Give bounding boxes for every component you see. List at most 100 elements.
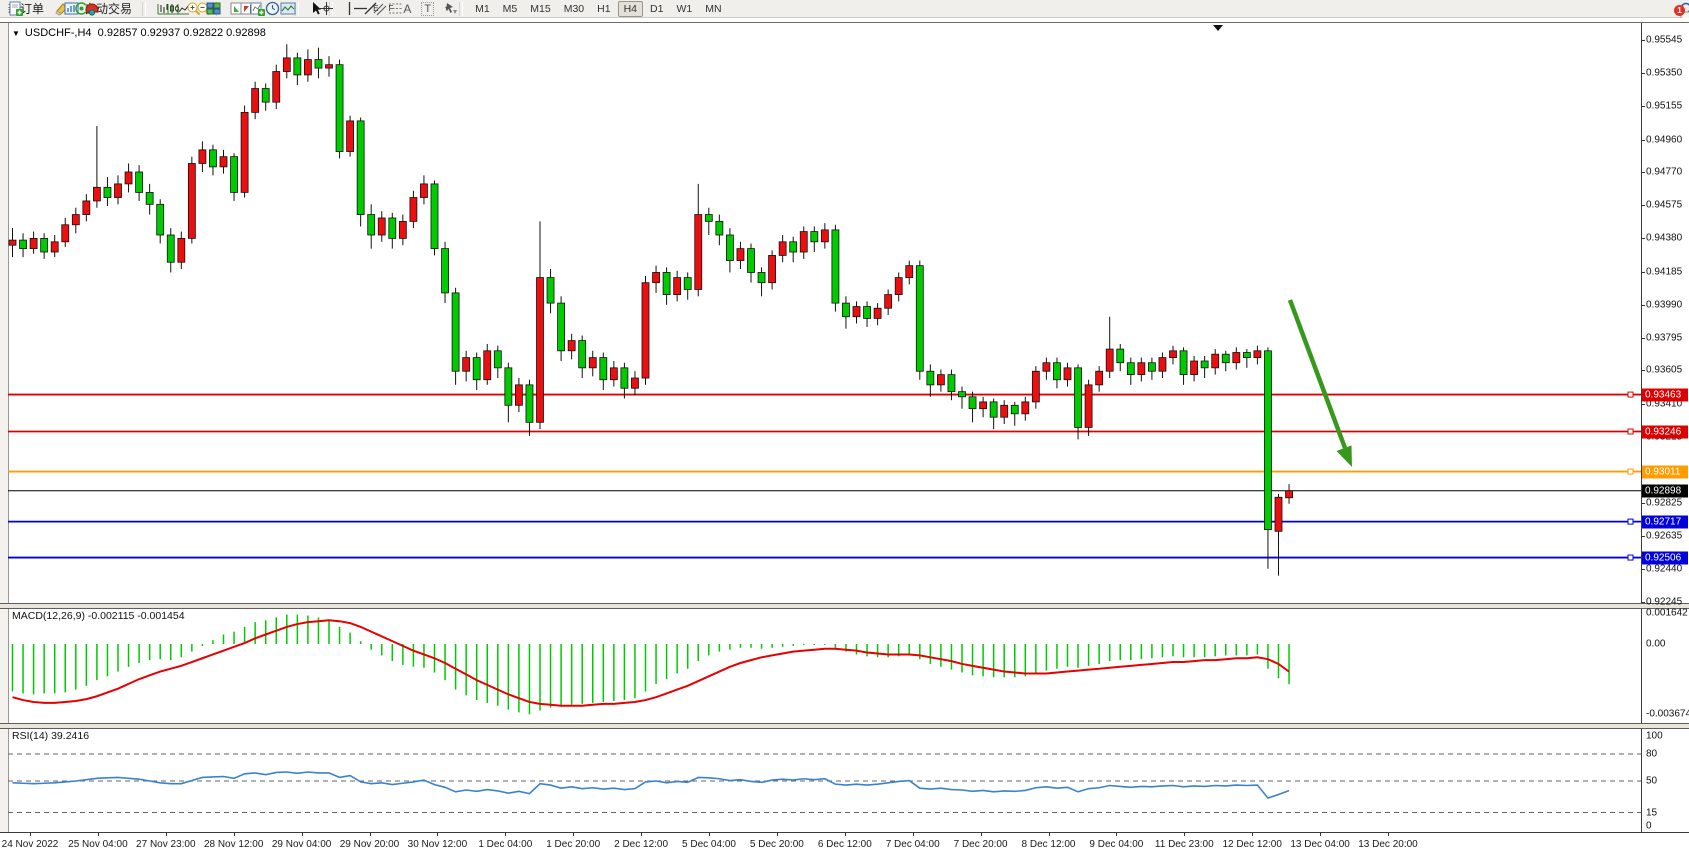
candle (93, 126, 100, 208)
chart-shift-marker[interactable] (1213, 25, 1223, 31)
candle-body-bull (1212, 354, 1219, 368)
trend-arrow[interactable] (1290, 300, 1345, 448)
vline-tool-button[interactable] (339, 0, 347, 18)
timeframe-button-M5[interactable]: M5 (497, 1, 524, 17)
time-tick (1388, 833, 1389, 836)
time-tick (1252, 833, 1253, 836)
candle-body-bear (948, 375, 955, 392)
candle (769, 250, 776, 289)
candle (515, 378, 522, 412)
candle-body-bear (262, 89, 269, 103)
candle-body-bear (505, 368, 512, 405)
candle (20, 233, 27, 257)
candle-body-bull (874, 308, 881, 318)
axis-tick-0.94770: 0.94770 (1646, 166, 1682, 177)
timeframe-button-H1[interactable]: H1 (591, 1, 616, 17)
timeframe-button-W1[interactable]: W1 (670, 1, 698, 17)
hline-handle[interactable] (1628, 469, 1633, 474)
candle (304, 49, 311, 81)
candle-body-bull (1170, 351, 1177, 358)
text-label-tool-button[interactable]: T (417, 0, 438, 18)
candle (726, 228, 733, 272)
new-order-button[interactable]: 新订单 (4, 0, 48, 18)
candle (452, 288, 459, 385)
time-tick (234, 833, 235, 836)
candle (853, 301, 860, 323)
candle (1064, 363, 1071, 387)
candle (558, 296, 565, 361)
candle-body-bull (378, 218, 385, 235)
auto-trading-button[interactable]: 自动交易 (80, 0, 136, 18)
hline-handle[interactable] (1628, 519, 1633, 524)
macd-axis-zero: 0.00 (1646, 639, 1665, 650)
hline-handle[interactable] (1628, 429, 1633, 434)
candle-body-bull (1275, 497, 1282, 531)
new-order-icon (8, 1, 23, 16)
time-label: 7 Dec 20:00 (954, 839, 1008, 850)
timeframe-button-M30[interactable]: M30 (558, 1, 590, 17)
candle-body-bull (885, 295, 892, 309)
candle-body-bull (62, 225, 69, 242)
candle-body-bull (1032, 371, 1039, 402)
candle (125, 163, 132, 192)
candle-body-bull (273, 72, 280, 103)
history-button[interactable] (50, 0, 58, 18)
candle (1075, 364, 1082, 439)
tile-windows-icon (206, 1, 221, 16)
timeframe-button-MN[interactable]: MN (699, 1, 727, 17)
timeframe-button-M15[interactable]: M15 (524, 1, 556, 17)
candle-body-bull (93, 187, 100, 201)
candle-body-bear (1127, 363, 1134, 375)
candle-body-bear (1075, 368, 1082, 428)
candle-body-bull (178, 238, 185, 262)
trend-arrow-head[interactable] (1337, 445, 1353, 467)
candle (927, 364, 934, 396)
time-label: 7 Dec 04:00 (886, 839, 940, 850)
time-tick (573, 833, 574, 836)
candle (410, 191, 417, 228)
candle (1222, 351, 1229, 371)
candle (1096, 366, 1103, 392)
axis-tick-mark (1641, 536, 1645, 537)
candle (378, 211, 385, 242)
timeframe-button-H4[interactable]: H4 (618, 1, 643, 17)
candle-body-bull (51, 242, 58, 252)
candle (937, 370, 944, 392)
candle-body-bull (188, 163, 195, 238)
macd-pane[interactable] (8, 608, 1641, 722)
timeframe-button-D1[interactable]: D1 (644, 1, 669, 17)
timeframe-button-M1[interactable]: M1 (469, 1, 496, 17)
hline-handle[interactable] (1628, 392, 1633, 397)
chart-window[interactable]: ▼USDCHF-,H4 0.92857 0.92937 0.92822 0.92… (0, 18, 1689, 858)
arrows-tool-button[interactable]: ▾ (440, 0, 453, 18)
axis-tick-mark (1641, 172, 1645, 173)
candle (969, 392, 976, 423)
candle (157, 199, 164, 243)
indicator-window-button[interactable] (226, 0, 234, 18)
candle-body-bear (1011, 405, 1018, 414)
candle (1138, 358, 1145, 382)
candle (494, 346, 501, 378)
time-axis[interactable]: 24 Nov 202225 Nov 04:0027 Nov 23:0028 No… (0, 832, 1689, 859)
candle (895, 272, 902, 301)
candle (9, 228, 16, 257)
time-tick (302, 833, 303, 836)
candle (663, 267, 670, 304)
candle-body-bear (832, 230, 839, 303)
candle-body-bull (853, 307, 860, 317)
rsi-pane[interactable] (8, 728, 1641, 832)
cursor-tool-button[interactable] (305, 0, 313, 18)
candle-body-bear (368, 215, 375, 235)
time-label: 5 Dec 04:00 (682, 839, 736, 850)
hline-handle[interactable] (1628, 555, 1633, 560)
axis-tick-0.92440: 0.92440 (1646, 563, 1682, 574)
candle (347, 116, 354, 157)
price-pane[interactable] (8, 23, 1641, 603)
candle-body-bull (906, 266, 913, 278)
bar-chart-mode-button[interactable] (152, 0, 160, 18)
time-tick (370, 833, 371, 836)
candle-body-bull (199, 150, 206, 164)
candle-body-bear (146, 192, 153, 204)
candle-body-bull (821, 230, 828, 242)
candle-body-bull (347, 121, 354, 152)
